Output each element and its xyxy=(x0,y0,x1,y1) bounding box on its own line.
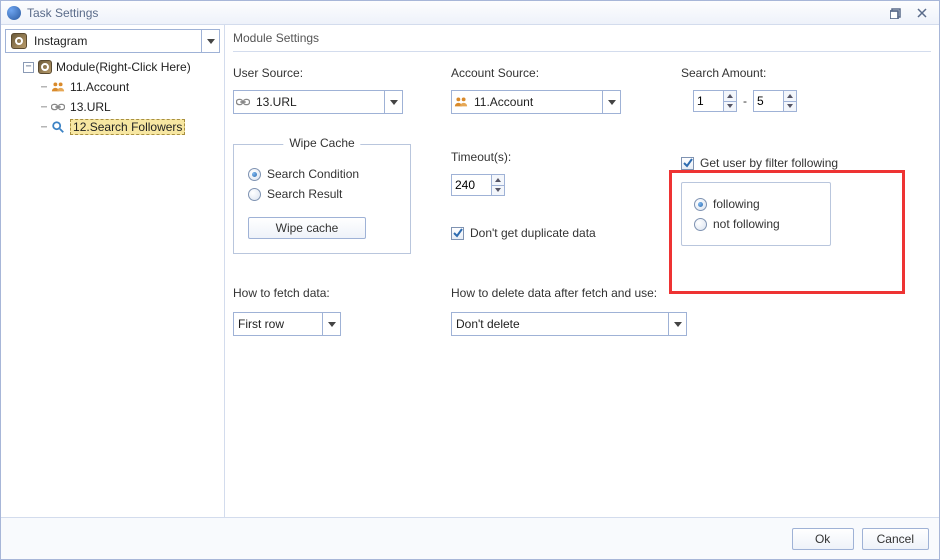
user-source-select[interactable]: 13.URL xyxy=(233,90,403,114)
tree-item-label: 13.URL xyxy=(70,100,111,114)
dialog-footer: Ok Cancel xyxy=(1,517,939,559)
platform-select-value: Instagram xyxy=(32,34,201,48)
tree-item-account[interactable]: ⋯ 11.Account xyxy=(7,77,218,97)
chevron-down-icon[interactable] xyxy=(322,313,340,335)
platform-select[interactable]: Instagram xyxy=(5,29,220,53)
checkbox-icon xyxy=(451,227,464,240)
account-source-select[interactable]: 11.Account xyxy=(451,90,621,114)
wipe-cache-legend: Wipe Cache xyxy=(283,136,360,150)
timeout-label: Timeout(s): xyxy=(451,150,681,164)
delete-label: How to delete data after fetch and use: xyxy=(451,286,931,300)
fetch-select[interactable]: First row xyxy=(233,312,341,336)
chevron-down-icon[interactable] xyxy=(201,30,219,52)
spinner-up-icon[interactable] xyxy=(723,90,737,102)
window-title: Task Settings xyxy=(27,6,98,20)
fetch-label: How to fetch data: xyxy=(233,286,451,300)
tree-item-label: 11.Account xyxy=(70,80,129,94)
radio-icon xyxy=(248,188,261,201)
cancel-button[interactable]: Cancel xyxy=(862,528,929,550)
range-dash: - xyxy=(743,94,747,108)
search-amount-from-input[interactable] xyxy=(693,90,723,112)
timeout-input[interactable] xyxy=(451,174,491,196)
fetch-value: First row xyxy=(234,317,322,331)
titlebar: Task Settings xyxy=(1,1,939,25)
dont-duplicate-checkbox[interactable]: Don't get duplicate data xyxy=(451,226,681,240)
link-icon xyxy=(50,99,66,115)
search-amount-to[interactable] xyxy=(753,90,797,112)
tree-item-search-followers[interactable]: ⋯ 12.Search Followers xyxy=(7,117,218,137)
timeout-stepper[interactable] xyxy=(451,174,507,196)
filter-following-group: following not following xyxy=(681,182,831,246)
account-source-value: 11.Account xyxy=(470,95,602,109)
people-icon xyxy=(452,95,470,109)
tree-item-url[interactable]: ⋯ 13.URL xyxy=(7,97,218,117)
filter-following-checkbox[interactable]: Get user by filter following xyxy=(681,156,931,170)
instagram-icon xyxy=(38,60,52,74)
tree-root-label: Module(Right-Click Here) xyxy=(56,60,191,74)
user-source-value: 13.URL xyxy=(252,95,384,109)
ok-button[interactable]: Ok xyxy=(792,528,854,550)
radio-icon xyxy=(694,198,707,211)
spinner-up-icon[interactable] xyxy=(783,90,797,102)
filter-not-following-radio[interactable]: not following xyxy=(694,217,818,231)
close-icon[interactable] xyxy=(911,5,933,21)
chevron-down-icon[interactable] xyxy=(602,91,620,113)
panel-heading: Module Settings xyxy=(233,29,931,52)
checkbox-icon xyxy=(681,157,694,170)
instagram-icon xyxy=(11,33,27,49)
collapse-icon[interactable]: − xyxy=(23,62,34,73)
search-icon xyxy=(50,119,66,135)
checkbox-label: Get user by filter following xyxy=(700,156,838,170)
chevron-down-icon[interactable] xyxy=(384,91,402,113)
module-tree: − Module(Right-Click Here) ⋯ 11.Account … xyxy=(5,53,220,513)
spinner-down-icon[interactable] xyxy=(783,102,797,113)
link-icon xyxy=(234,97,252,107)
spinner-down-icon[interactable] xyxy=(723,102,737,113)
delete-value: Don't delete xyxy=(452,317,668,331)
search-amount-to-input[interactable] xyxy=(753,90,783,112)
search-amount-label: Search Amount: xyxy=(681,66,931,80)
chevron-down-icon[interactable] xyxy=(668,313,686,335)
radio-label: following xyxy=(713,197,760,211)
task-settings-window: Task Settings Instagram − Module(Right-C… xyxy=(0,0,940,560)
wipe-search-result-radio[interactable]: Search Result xyxy=(248,187,396,201)
app-icon xyxy=(7,6,21,20)
radio-label: Search Result xyxy=(267,187,342,201)
user-source-label: User Source: xyxy=(233,66,451,80)
radio-icon xyxy=(694,218,707,231)
restore-icon[interactable] xyxy=(885,5,907,21)
wipe-search-condition-radio[interactable]: Search Condition xyxy=(248,167,396,181)
radio-icon xyxy=(248,168,261,181)
tree-root[interactable]: − Module(Right-Click Here) xyxy=(7,57,218,77)
spinner-up-icon[interactable] xyxy=(491,174,505,186)
radio-label: not following xyxy=(713,217,780,231)
radio-label: Search Condition xyxy=(267,167,359,181)
account-source-label: Account Source: xyxy=(451,66,681,80)
checkbox-label: Don't get duplicate data xyxy=(470,226,596,240)
people-icon xyxy=(50,79,66,95)
delete-select[interactable]: Don't delete xyxy=(451,312,687,336)
spinner-down-icon[interactable] xyxy=(491,186,505,197)
search-amount-from[interactable] xyxy=(693,90,737,112)
tree-item-label: 12.Search Followers xyxy=(70,119,185,135)
wipe-cache-group: Wipe Cache Search Condition Search Resul… xyxy=(233,144,411,254)
main-panel: Module Settings User Source: 13.URL xyxy=(225,25,939,517)
wipe-cache-button[interactable]: Wipe cache xyxy=(248,217,366,239)
filter-following-radio[interactable]: following xyxy=(694,197,818,211)
sidebar: Instagram − Module(Right-Click Here) ⋯ 1… xyxy=(1,25,225,517)
